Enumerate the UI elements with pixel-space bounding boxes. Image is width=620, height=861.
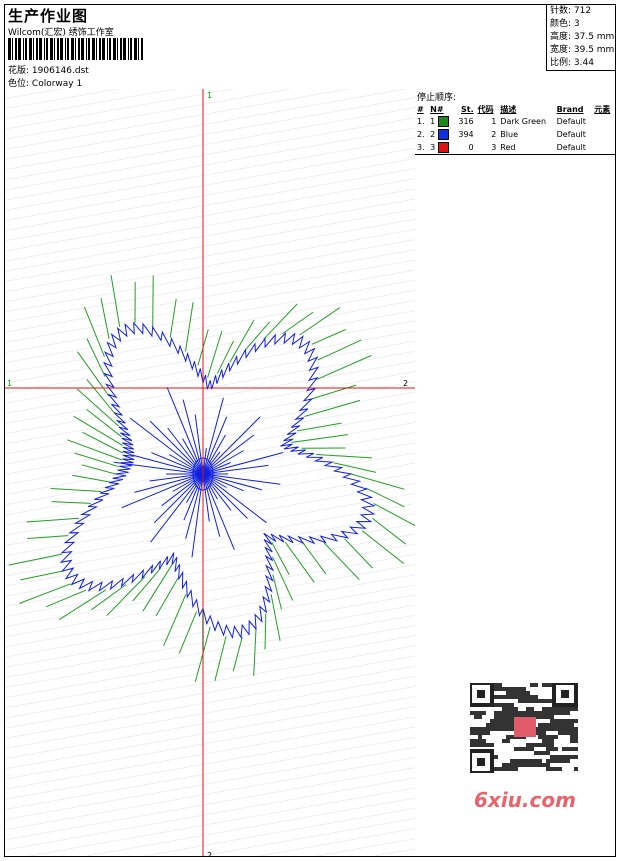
axis-bottom-label: 2 [207,851,213,856]
row-brand: Default [556,117,586,126]
color-swatch [437,142,449,153]
seal-stamp [514,717,536,737]
row-code: 3 [491,143,497,152]
design-stats: 针数: 712 颜色: 3 高度: 37.5 mm 宽度: 39.5 mm 比例… [546,5,615,71]
colorway-label: 色位: [8,79,30,89]
axis-left-label: 1 [7,379,13,388]
col-header-brand: Brand [556,104,584,114]
design-file-row: 花版: 1906146.dst [8,63,89,76]
row-description: Red [500,143,516,152]
blue-center-rays [113,387,284,558]
axis-right-label: 2 [403,379,409,388]
color-count: 颜色: 3 [550,19,580,29]
col-header-stitches: St. [461,104,474,114]
colorway-value: Colorway 1 [31,79,83,89]
row-index: 3. [417,143,425,152]
watermark-site-logo: 6xiu.com [474,788,576,812]
design-file-label: 花版: [8,66,30,76]
table-row: 1. 1 316 1 Dark Green Default [415,115,615,128]
design-file-value: 1906146.dst [31,66,89,76]
row-needle: 2 [428,128,454,141]
row-code: 1 [491,117,497,126]
colorway-row: 色位: Colorway 1 [8,76,82,89]
sheet-title: 生产作业图 [8,7,89,25]
row-brand: Default [556,130,586,139]
sheet-header: 生产作业图 Wilcom(汇宏) 绣饰工作室 花版: 1906146.dst 色… [5,5,615,90]
col-header-code: 代码 [477,104,494,114]
row-stitches: 394 [458,130,474,139]
row-element [592,128,615,141]
barcode-image [8,38,143,60]
axis-top-label: 1 [207,91,213,100]
qr-code-watermark [470,683,578,773]
color-swatch [437,129,449,140]
stop-sequence-title: 停止顺序: [417,93,457,103]
table-header-row: # N# St. 代码 描述 Brand 元素 [415,103,615,115]
row-stitches: 316 [458,117,474,126]
row-brand: Default [556,143,586,152]
design-width: 宽度: 39.5 mm [550,45,615,55]
stop-sequence-table: # N# St. 代码 描述 Brand 元素 1. 1 316 1 Dark … [415,103,615,155]
embroidery-drawing [5,89,415,856]
table-row: 2. 2 394 2 Blue Default [415,128,615,141]
design-preview-canvas: 1 2 1 2 [5,89,416,856]
row-description: Blue [500,130,518,139]
col-header-element: 元素 [594,104,611,114]
col-header-description: 描述 [500,104,517,114]
row-index: 2. [417,130,425,139]
row-needle: 1 [428,115,454,128]
stitch-count: 针数: 712 [550,6,592,16]
table-row: 3. 3 0 3 Red Default [415,141,615,155]
col-header-needle: N# [430,104,444,114]
row-needle: 3 [428,141,454,155]
design-scale: 比例: 3.44 [550,58,594,68]
row-description: Dark Green [500,117,547,126]
company-name: Wilcom(汇宏) 绣饰工作室 [8,28,114,38]
row-element [592,115,615,128]
row-code: 2 [491,130,497,139]
design-height: 高度: 37.5 mm [550,32,615,42]
color-swatch [437,116,449,127]
row-index: 1. [417,117,425,126]
col-header-index: # [417,104,424,114]
row-element [592,141,615,155]
row-stitches: 0 [468,143,474,152]
